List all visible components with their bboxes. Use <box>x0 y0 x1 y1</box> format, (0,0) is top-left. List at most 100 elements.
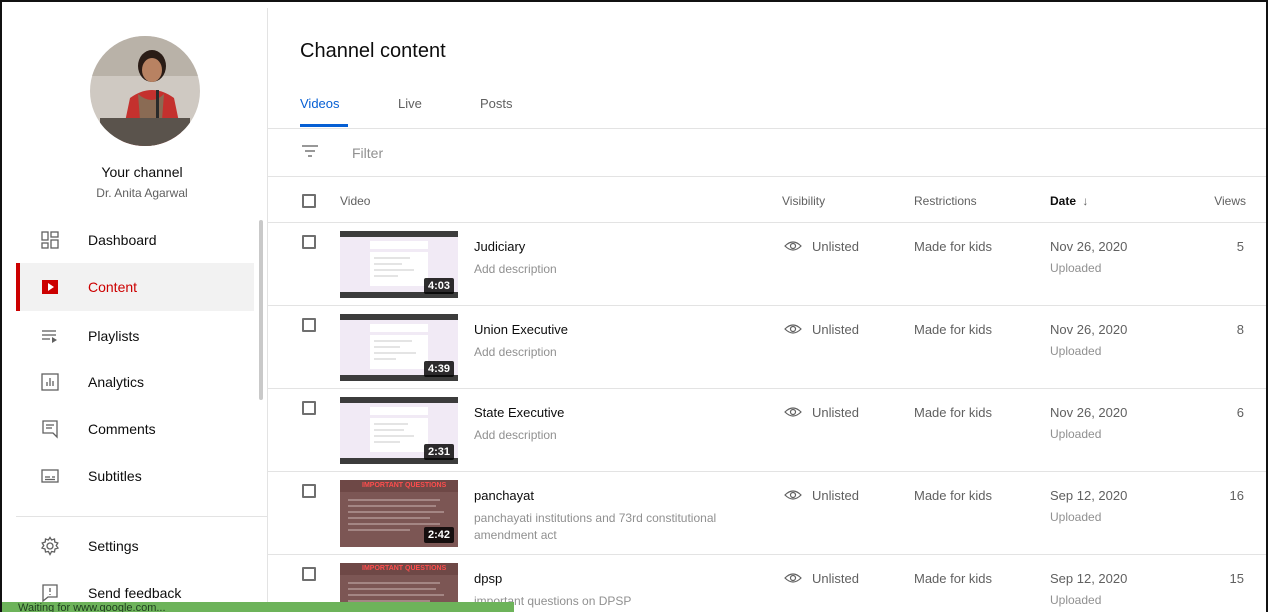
column-header-video: Video <box>340 194 371 208</box>
sidebar-item-label: Comments <box>88 421 156 437</box>
column-header-date-label: Date <box>1050 194 1077 208</box>
dashboard-icon <box>41 231 59 249</box>
video-title[interactable]: Judiciary <box>474 239 525 254</box>
column-header-restrictions[interactable]: Restrictions <box>914 194 977 208</box>
visibility-value[interactable]: Unlisted <box>812 322 859 337</box>
video-description[interactable]: Add description <box>474 261 744 278</box>
views-value: 6 <box>1236 405 1244 420</box>
upload-status: Uploaded <box>1050 261 1102 275</box>
eye-icon <box>784 241 802 251</box>
eye-icon <box>784 407 802 417</box>
restrictions-value: Made for kids <box>914 322 993 337</box>
divider <box>268 128 1266 129</box>
eye-icon <box>784 324 802 334</box>
sidebar-divider <box>16 516 268 517</box>
row-checkbox[interactable] <box>302 318 316 332</box>
video-thumbnail[interactable]: 4:03 <box>340 231 458 298</box>
sidebar-item-label: Content <box>88 279 138 295</box>
date-value: Nov 26, 2020 <box>1050 322 1128 337</box>
app-window: Your channel Dr. Anita Agarwal Dashboard… <box>0 0 1268 612</box>
video-description[interactable]: important questions on DPSP <box>474 593 744 610</box>
table-row[interactable]: IMPORTANT QUESTIONS 2:42 panchayat panch… <box>268 472 1266 555</box>
video-description[interactable]: Add description <box>474 427 744 444</box>
row-checkbox[interactable] <box>302 401 316 415</box>
browser-status-bar: Waiting for www.google.com... <box>2 602 514 612</box>
channel-avatar[interactable] <box>90 36 200 146</box>
visibility-value[interactable]: Unlisted <box>812 239 859 254</box>
sidebar-item-playlists[interactable]: Playlists <box>16 312 254 360</box>
select-all-checkbox[interactable] <box>302 194 316 208</box>
column-header-views[interactable]: Views <box>1214 194 1246 208</box>
status-text: Waiting for www.google.com... <box>18 602 166 612</box>
arrow-down-icon: ↓ <box>1082 194 1089 208</box>
video-thumbnail[interactable]: 4:39 <box>340 314 458 381</box>
tab-posts[interactable]: Posts <box>480 96 513 111</box>
upload-status: Uploaded <box>1050 510 1102 524</box>
column-header-visibility[interactable]: Visibility <box>782 194 825 208</box>
row-checkbox[interactable] <box>302 235 316 249</box>
visibility-value[interactable]: Unlisted <box>812 571 859 586</box>
playlists-icon <box>42 330 57 343</box>
feedback-icon <box>42 584 58 603</box>
video-thumbnail[interactable]: 2:31 <box>340 397 458 464</box>
filter-icon[interactable] <box>302 144 318 158</box>
visibility-value[interactable]: Unlisted <box>812 405 859 420</box>
row-checkbox[interactable] <box>302 484 316 498</box>
eye-icon <box>784 573 802 583</box>
video-title[interactable]: State Executive <box>474 405 564 420</box>
sidebar-item-content[interactable]: Content <box>16 263 254 311</box>
restrictions-value: Made for kids <box>914 239 993 254</box>
gear-icon <box>40 536 60 556</box>
sidebar-item-dashboard[interactable]: Dashboard <box>16 216 254 264</box>
sidebar-item-comments[interactable]: Comments <box>16 405 254 453</box>
video-thumbnail[interactable]: IMPORTANT QUESTIONS 2:42 <box>340 480 458 547</box>
tab-videos[interactable]: Videos <box>300 96 340 111</box>
sidebar-item-label: Subtitles <box>88 468 142 484</box>
sidebar-item-label: Settings <box>88 538 139 554</box>
upload-status: Uploaded <box>1050 427 1102 441</box>
channel-title: Your channel <box>101 164 183 180</box>
channel-name: Dr. Anita Agarwal <box>96 186 188 200</box>
date-value: Nov 26, 2020 <box>1050 405 1128 420</box>
visibility-value[interactable]: Unlisted <box>812 488 859 503</box>
sidebar-item-settings[interactable]: Settings <box>16 522 254 570</box>
date-value: Sep 12, 2020 <box>1050 571 1128 586</box>
content-icon <box>42 280 58 294</box>
views-value: 15 <box>1229 571 1244 586</box>
video-duration: 2:31 <box>423 444 454 460</box>
page-title: Channel content <box>300 40 446 62</box>
eye-icon <box>784 490 802 500</box>
views-value: 5 <box>1236 239 1244 254</box>
video-title[interactable]: panchayat <box>474 488 534 503</box>
video-description[interactable]: panchayati institutions and 73rd constit… <box>474 510 744 544</box>
sidebar-item-label: Dashboard <box>88 232 157 248</box>
subtitles-icon <box>41 469 59 483</box>
upload-status: Uploaded <box>1050 593 1102 607</box>
restrictions-value: Made for kids <box>914 405 993 420</box>
date-value: Nov 26, 2020 <box>1050 239 1128 254</box>
video-duration: 2:42 <box>423 527 454 543</box>
video-title[interactable]: dpsp <box>474 571 502 586</box>
divider <box>268 176 1266 177</box>
thumbnail-heading: IMPORTANT QUESTIONS <box>362 482 447 489</box>
views-value: 16 <box>1229 488 1244 503</box>
sidebar-item-analytics[interactable]: Analytics <box>16 358 254 406</box>
row-checkbox[interactable] <box>302 567 316 581</box>
table-row[interactable]: 2:31 State Executive Add description Unl… <box>268 389 1266 472</box>
analytics-icon <box>41 373 59 391</box>
comments-icon <box>42 420 58 439</box>
views-value: 8 <box>1236 322 1244 337</box>
sidebar-scrollbar[interactable] <box>259 220 263 400</box>
main-content: Channel content Videos Live Posts Filter… <box>268 8 1266 612</box>
table-row[interactable]: 4:39 Union Executive Add description Unl… <box>268 306 1266 389</box>
sidebar-item-subtitles[interactable]: Subtitles <box>16 452 254 500</box>
video-description[interactable]: Add description <box>474 344 744 361</box>
sidebar-item-label: Analytics <box>88 374 145 390</box>
tab-live[interactable]: Live <box>398 96 422 111</box>
sidebar-item-label: Playlists <box>88 328 140 344</box>
column-header-date[interactable]: Date ↓ <box>1050 194 1088 208</box>
filter-input[interactable]: Filter <box>352 145 383 161</box>
video-title[interactable]: Union Executive <box>474 322 568 337</box>
table-row[interactable]: 4:03 Judiciary Add description Unlisted … <box>268 223 1266 306</box>
date-value: Sep 12, 2020 <box>1050 488 1128 503</box>
